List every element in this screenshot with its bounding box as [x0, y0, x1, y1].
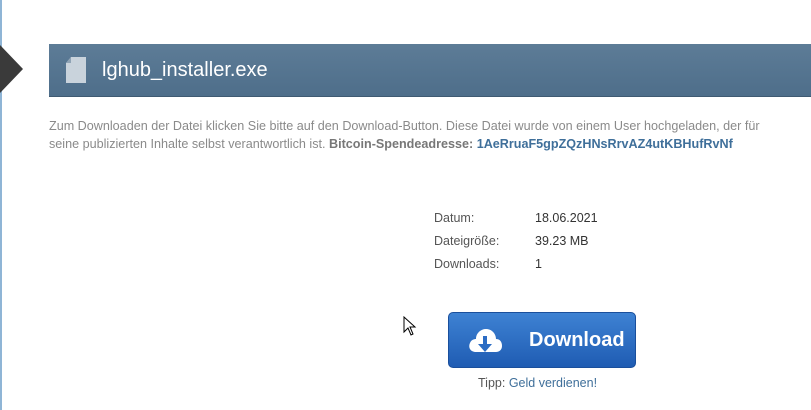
description-line-1: Zum Downloaden der Datei klicken Sie bit…	[49, 119, 760, 133]
arrow-marker-icon	[0, 45, 23, 93]
meta-row-size: Dateigröße: 39.23 MB	[434, 234, 598, 257]
meta-row-downloads: Downloads: 1	[434, 257, 598, 280]
file-icon	[66, 57, 86, 83]
description-text-2: seine publizierten Inhalte selbst verant…	[49, 137, 326, 151]
download-button-label: Download	[529, 329, 625, 351]
meta-key: Downloads:	[434, 257, 500, 271]
earn-money-link[interactable]: Geld verdienen!	[509, 376, 597, 390]
meta-value: 39.23 MB	[535, 234, 589, 248]
meta-key: Datum:	[434, 211, 475, 225]
download-description: Zum Downloaden der Datei klicken Sie bit…	[49, 117, 811, 153]
meta-value: 18.06.2021	[535, 211, 598, 225]
cloud-download-icon	[469, 329, 502, 352]
mouse-cursor-icon	[403, 316, 417, 336]
file-meta-table: Datum: 18.06.2021 Dateigröße: 39.23 MB D…	[434, 211, 598, 280]
file-name-title: lghub_installer.exe	[102, 59, 268, 81]
bitcoin-address: 1AeRruaF5gpZQzHNsRrvAZ4utKBHufRvNf	[476, 137, 733, 151]
meta-row-date: Datum: 18.06.2021	[434, 211, 598, 234]
file-header-bar: lghub_installer.exe	[49, 44, 811, 97]
meta-value: 1	[535, 257, 542, 271]
meta-key: Dateigröße:	[434, 234, 500, 248]
tip-prefix: Tipp:	[478, 376, 506, 390]
bitcoin-label: Bitcoin-Spendeadresse:	[329, 137, 474, 151]
description-line-2: seine publizierten Inhalte selbst verant…	[49, 135, 811, 153]
tip-line: Tipp: Geld verdienen!	[478, 376, 597, 390]
download-button[interactable]: Download	[448, 312, 636, 368]
